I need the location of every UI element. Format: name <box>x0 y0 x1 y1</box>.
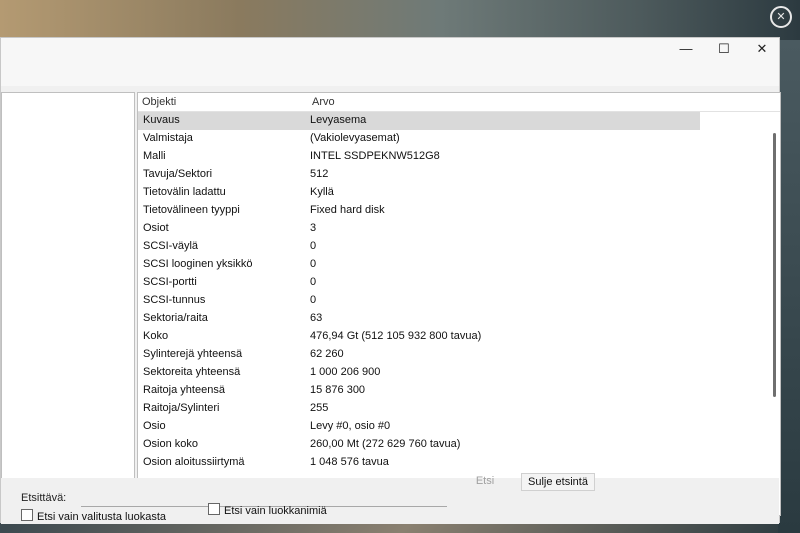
find-button[interactable]: Etsi <box>469 475 501 491</box>
table-row[interactable]: Malli INTEL SSDPEKNW512G8 <box>138 148 700 166</box>
row-object: Sektoreita yhteensä <box>143 366 241 378</box>
search-label: Etsittävä: <box>21 492 67 504</box>
close-button[interactable]: ✕ <box>743 38 781 60</box>
row-value: Levy #0, osio #0 <box>310 420 391 432</box>
table-row[interactable]: Sylinterejä yhteensä 62 260 <box>138 346 700 364</box>
table-row[interactable]: Valmistaja (Vakiolevyasemat) <box>138 130 700 148</box>
row-value: 3 <box>310 222 317 234</box>
table-row[interactable]: Raitoja yhteensä 15 876 300 <box>138 382 700 400</box>
row-value: 0 <box>310 258 317 270</box>
title-bar: — ☐ ✕ <box>1 38 779 86</box>
row-object: Osiot <box>143 222 169 234</box>
details-list[interactable]: Objekti Arvo Kuvaus Levyasema Valmistaja (V… <box>137 92 781 516</box>
row-value: 1 048 576 tavua <box>310 456 389 468</box>
row-object: SCSI-tunnus <box>143 294 206 306</box>
close-search-button[interactable]: Sulje etsintä <box>521 473 595 491</box>
row-value: Fixed hard disk <box>310 204 385 216</box>
row-value: (Vakiolevyasemat) <box>310 132 400 144</box>
row-object: Osio <box>143 420 166 432</box>
row-object: SCSI looginen yksikkö <box>143 258 253 270</box>
minimize-button[interactable]: — <box>667 38 705 60</box>
maximize-button[interactable]: ☐ <box>705 38 743 60</box>
table-row[interactable]: SCSI-portti 0 <box>138 274 700 292</box>
row-object: Koko <box>143 330 169 342</box>
table-row[interactable]: SCSI looginen yksikkö 0 <box>138 256 700 274</box>
row-value: Levyasema <box>310 114 367 126</box>
row-object: Osion koko <box>143 438 199 450</box>
column-header-object[interactable]: Objekti <box>142 96 176 108</box>
search-panel: Etsittävä: Etsi Sulje etsintä Etsi vain … <box>1 473 779 524</box>
table-row[interactable]: Tietovälineen tyyppi Fixed hard disk <box>138 202 700 220</box>
checkbox-box[interactable] <box>21 509 33 521</box>
row-object: Tietovälin ladattu <box>143 186 226 198</box>
list-header: Objekti Arvo <box>138 93 780 112</box>
table-row[interactable]: Osiot 3 <box>138 220 700 238</box>
row-object: Osion aloitussiirtymä <box>143 456 245 468</box>
only-category-names-checkbox[interactable]: Etsi vain luokkanimiä <box>208 503 327 517</box>
row-value: 260,00 Mt (272 629 760 tavua) <box>310 438 461 450</box>
row-object: SCSI-väylä <box>143 240 199 252</box>
row-object: Raitoja yhteensä <box>143 384 225 396</box>
list-rows: Kuvaus Levyasema Valmistaja (Vakiolevyasema… <box>138 112 700 472</box>
row-object: Sylinterejä yhteensä <box>143 348 243 360</box>
table-row[interactable]: Osion aloitussiirtymä 1 048 576 tavua <box>138 454 700 472</box>
row-value: 0 <box>310 240 317 252</box>
table-row[interactable]: Koko 476,94 Gt (512 105 932 800 tavua) <box>138 328 700 346</box>
accessibility-icon[interactable]: ✕ <box>770 6 792 28</box>
table-row[interactable]: Sektoria/raita 63 <box>138 310 700 328</box>
row-value: 63 <box>310 312 323 324</box>
row-object: Valmistaja <box>143 132 193 144</box>
system-information-window: — ☐ ✕ Objekti Arvo Kuvaus Levyasema Valmis… <box>0 37 781 524</box>
row-object: Sektoria/raita <box>143 312 208 324</box>
desktop-background <box>0 0 800 40</box>
row-value: INTEL SSDPEKNW512G8 <box>310 150 440 162</box>
row-value: 255 <box>310 402 329 414</box>
row-object: Malli <box>143 150 166 162</box>
row-value: 15 876 300 <box>310 384 366 396</box>
row-value: 62 260 <box>310 348 344 360</box>
row-object: Kuvaus <box>143 114 180 126</box>
category-tree[interactable] <box>1 92 135 516</box>
desktop-background-right <box>778 40 800 533</box>
table-row[interactable]: Raitoja/Sylinteri 255 <box>138 400 700 418</box>
table-row[interactable]: SCSI-tunnus 0 <box>138 292 700 310</box>
row-object: Tavuja/Sektori <box>143 168 213 180</box>
row-value: 0 <box>310 276 317 288</box>
only-selected-category-label: Etsi vain valitusta luokasta <box>37 511 167 523</box>
table-row[interactable]: Tavuja/Sektori 512 <box>138 166 700 184</box>
only-category-names-label: Etsi vain luokkanimiä <box>224 505 327 517</box>
row-value: 0 <box>310 294 317 306</box>
table-row[interactable]: Kuvaus Levyasema <box>138 112 700 130</box>
table-row[interactable]: Osion koko 260,00 Mt (272 629 760 tavua) <box>138 436 700 454</box>
row-value: 512 <box>310 168 329 180</box>
row-object: Tietovälineen tyyppi <box>143 204 240 216</box>
row-object: Raitoja/Sylinteri <box>143 402 220 414</box>
row-value: 476,94 Gt (512 105 932 800 tavua) <box>310 330 482 342</box>
row-value: Kyllä <box>310 186 334 198</box>
only-selected-category-checkbox[interactable]: Etsi vain valitusta luokasta <box>21 509 166 523</box>
table-row[interactable]: Osio Levy #0, osio #0 <box>138 418 700 436</box>
table-row[interactable]: Sektoreita yhteensä 1 000 206 900 <box>138 364 700 382</box>
table-row[interactable]: Tietovälin ladattu Kyllä <box>138 184 700 202</box>
column-header-value[interactable]: Arvo <box>312 96 335 108</box>
row-object: SCSI-portti <box>143 276 197 288</box>
checkbox-box[interactable] <box>208 503 220 515</box>
vertical-scrollbar[interactable] <box>773 133 776 397</box>
table-row[interactable]: SCSI-väylä 0 <box>138 238 700 256</box>
row-value: 1 000 206 900 <box>310 366 381 378</box>
